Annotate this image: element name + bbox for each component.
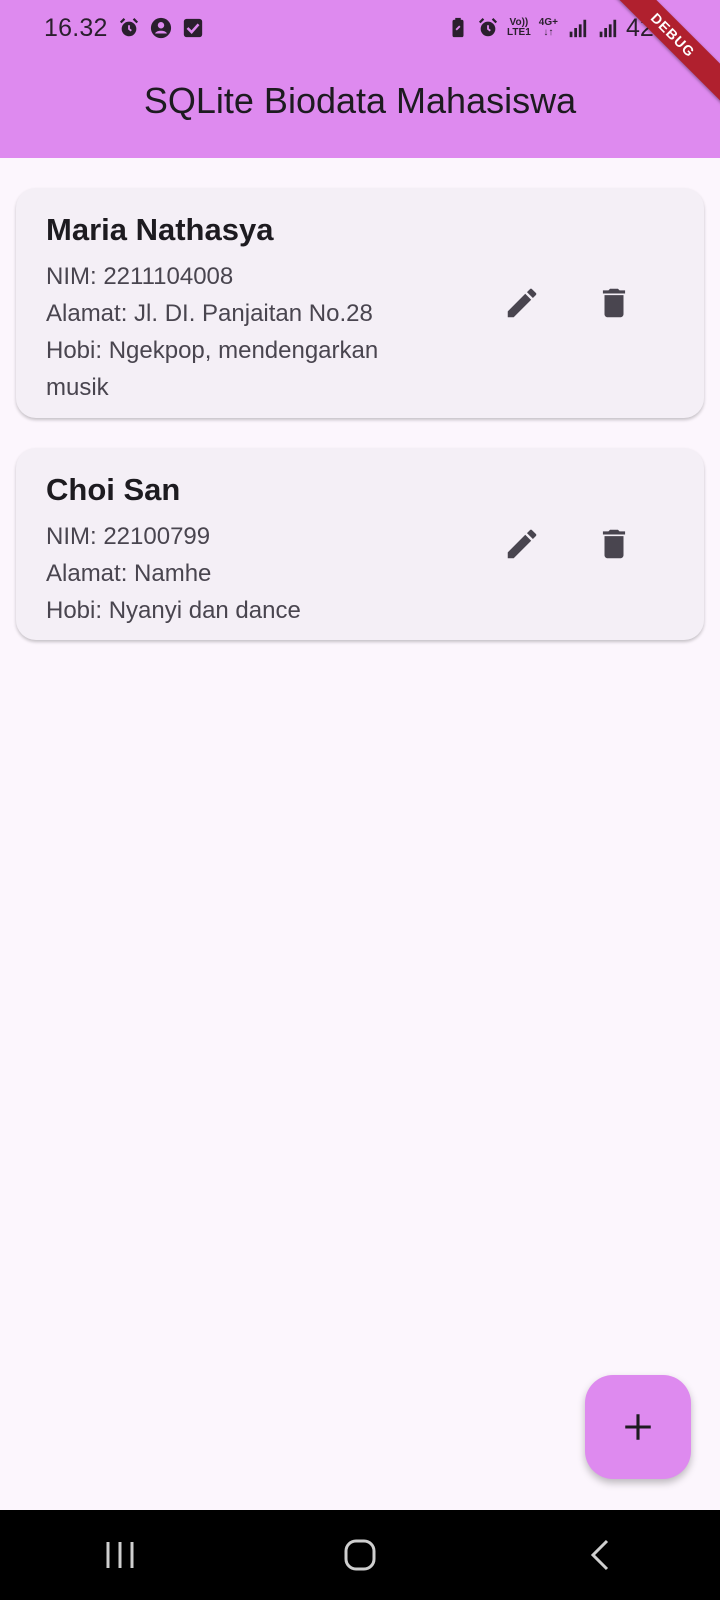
data-indicator: 4G+ ↓↑ [539, 18, 558, 38]
card-actions [502, 283, 634, 323]
pencil-icon [507, 288, 537, 318]
student-card: Maria Nathasya NIM: 2211104008 Alamat: J… [16, 188, 704, 418]
recents-button[interactable] [90, 1525, 150, 1585]
data-arrows-icon: ↓↑ [543, 27, 554, 38]
app-bar: 16.32 Vo)) LTE1 4G+ ↓↑ SQLite Biodata Ma… [0, 0, 720, 158]
card-actions [502, 524, 634, 564]
student-name: Choi San [46, 472, 181, 507]
delete-button[interactable] [594, 524, 634, 564]
checkbox-icon [183, 18, 202, 38]
delete-button[interactable] [594, 283, 634, 323]
student-list: Maria Nathasya NIM: 2211104008 Alamat: J… [16, 188, 704, 670]
student-alamat: Alamat: Namhe [46, 560, 212, 587]
student-nim: NIM: 22100799 [46, 523, 211, 550]
home-button[interactable] [330, 1525, 390, 1585]
student-nim: NIM: 2211104008 [46, 263, 234, 290]
alarm-icon [478, 18, 498, 37]
recents-icon [106, 1542, 134, 1568]
status-left: 16.32 [44, 14, 204, 43]
alarm-icon [119, 18, 138, 37]
status-time: 16.32 [44, 13, 108, 42]
trash-icon [602, 529, 626, 559]
debug-banner: DEBUG [610, 0, 720, 110]
debug-label: DEBUG [610, 0, 720, 105]
signal-icon [569, 19, 587, 38]
screen: 16.32 Vo)) LTE1 4G+ ↓↑ SQLite Biodata Ma… [0, 0, 720, 1600]
battery-saver-icon [452, 17, 464, 38]
trash-icon [602, 288, 626, 318]
edit-button[interactable] [502, 524, 542, 564]
add-student-button[interactable] [585, 1375, 691, 1479]
pencil-icon [507, 529, 537, 559]
student-card: Choi San NIM: 22100799 Alamat: Namhe Hob… [16, 448, 704, 640]
back-icon [590, 1539, 609, 1571]
back-button[interactable] [570, 1525, 630, 1585]
edit-button[interactable] [502, 283, 542, 323]
account-icon [150, 17, 171, 39]
system-navigation-bar [0, 1510, 720, 1600]
student-alamat: Alamat: Jl. DI. Panjaitan No.28 [46, 300, 373, 327]
student-name: Maria Nathasya [46, 212, 274, 247]
volte-bottom: LTE1 [507, 27, 531, 38]
volte-indicator: Vo)) LTE1 [507, 18, 531, 38]
home-icon [344, 1539, 376, 1571]
student-hobi: Hobi: Nyanyi dan dance [46, 597, 301, 624]
student-hobi: Hobi: Ngekpop, mendengarkan musik [46, 337, 379, 401]
plus-icon [625, 1414, 651, 1440]
